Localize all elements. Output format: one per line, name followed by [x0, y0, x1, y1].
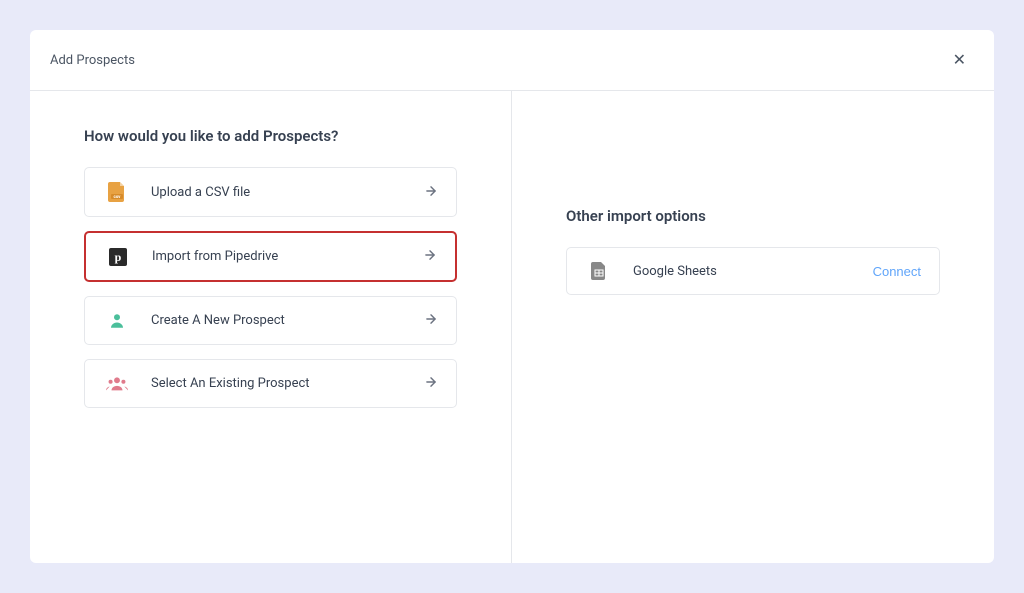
pipedrive-icon: p — [104, 248, 132, 266]
google-sheets-icon — [585, 262, 613, 280]
svg-text:p: p — [115, 250, 122, 264]
person-icon — [103, 312, 131, 330]
option-upload-csv[interactable]: csv Upload a CSV file — [84, 167, 457, 217]
option-import-pipedrive[interactable]: p Import from Pipedrive — [84, 231, 457, 282]
option-label: Import from Pipedrive — [152, 249, 423, 264]
arrow-right-icon — [423, 247, 437, 266]
arrow-right-icon — [424, 311, 438, 330]
option-label: Create A New Prospect — [151, 313, 424, 328]
arrow-right-icon — [424, 183, 438, 202]
arrow-right-icon — [424, 374, 438, 393]
close-icon: ✕ — [953, 52, 966, 69]
option-select-existing[interactable]: Select An Existing Prospect — [84, 359, 457, 408]
option-create-prospect[interactable]: Create A New Prospect — [84, 296, 457, 345]
connect-label: Google Sheets — [633, 264, 873, 279]
modal-header: Add Prospects ✕ — [30, 30, 994, 91]
add-prospects-modal: Add Prospects ✕ How would you like to ad… — [30, 30, 994, 563]
modal-body: How would you like to add Prospects? csv… — [30, 91, 994, 563]
modal-title: Add Prospects — [50, 53, 135, 68]
option-label: Select An Existing Prospect — [151, 376, 424, 391]
left-panel: How would you like to add Prospects? csv… — [30, 91, 512, 563]
csv-file-icon: csv — [103, 182, 131, 202]
connect-button[interactable]: Connect — [873, 264, 921, 279]
people-icon — [103, 375, 131, 393]
option-label: Upload a CSV file — [151, 185, 424, 200]
right-panel: Other import options Google Sheets Conne… — [512, 91, 994, 563]
right-heading: Other import options — [566, 207, 940, 225]
close-button[interactable]: ✕ — [945, 46, 974, 74]
left-heading: How would you like to add Prospects? — [84, 127, 457, 145]
connect-google-sheets: Google Sheets Connect — [566, 247, 940, 295]
svg-text:csv: csv — [114, 195, 122, 200]
